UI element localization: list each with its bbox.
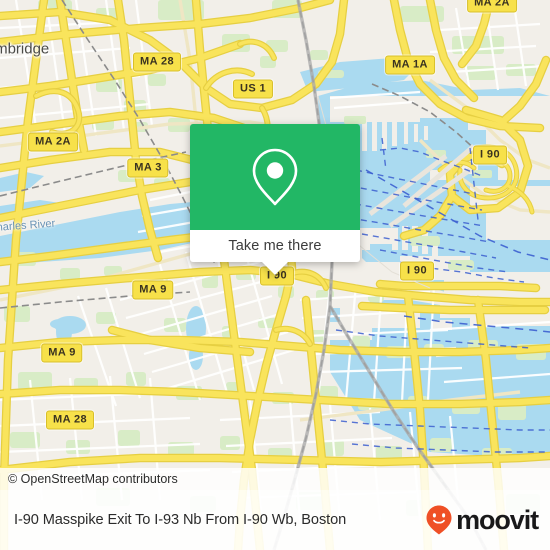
moovit-pin-icon <box>426 505 452 535</box>
location-title: I-90 Masspike Exit To I-93 Nb From I-90 … <box>14 512 347 528</box>
road-shield-i-90-east[interactable]: I 90 <box>473 145 507 165</box>
map-pin-icon <box>252 148 298 206</box>
road-shield-ma-9-center[interactable]: MA 9 <box>132 280 174 300</box>
moovit-wordmark: moovit <box>456 504 539 535</box>
take-me-there-button[interactable]: Take me there <box>190 230 360 262</box>
road-shield-ma-3[interactable]: MA 3 <box>127 158 169 178</box>
location-popup-card[interactable]: Take me there <box>190 124 360 275</box>
road-shield-ma-28-south[interactable]: MA 28 <box>46 410 94 430</box>
road-shield-ma-2a-top[interactable]: MA 2A <box>467 0 517 13</box>
road-shield-i-90-seaport[interactable]: I 90 <box>400 261 434 281</box>
road-shield-us-1[interactable]: US 1 <box>232 79 274 99</box>
bottom-info-bar: I-90 Masspike Exit To I-93 Nb From I-90 … <box>0 490 550 550</box>
popup-icon-panel <box>190 124 360 230</box>
map-attribution-bar: © OpenStreetMap contributors <box>0 468 550 490</box>
road-shield-ma-2a[interactable]: MA 2A <box>28 132 78 152</box>
road-shield-ma-9-south[interactable]: MA 9 <box>41 343 83 363</box>
osm-attribution-text[interactable]: © OpenStreetMap contributors <box>0 472 178 486</box>
place-label-cambridge: ambridge <box>0 40 50 58</box>
moovit-brand[interactable]: moovit <box>424 504 539 536</box>
take-me-there-label: Take me there <box>228 238 322 254</box>
popup-pointer-tail <box>262 262 288 275</box>
road-shield-ma-28-north[interactable]: MA 28 <box>133 52 181 72</box>
road-shield-ma-1a[interactable]: MA 1A <box>385 55 435 75</box>
map-screenshot: ambridge Charles River MA 28 US 1 MA 1A … <box>0 0 550 550</box>
